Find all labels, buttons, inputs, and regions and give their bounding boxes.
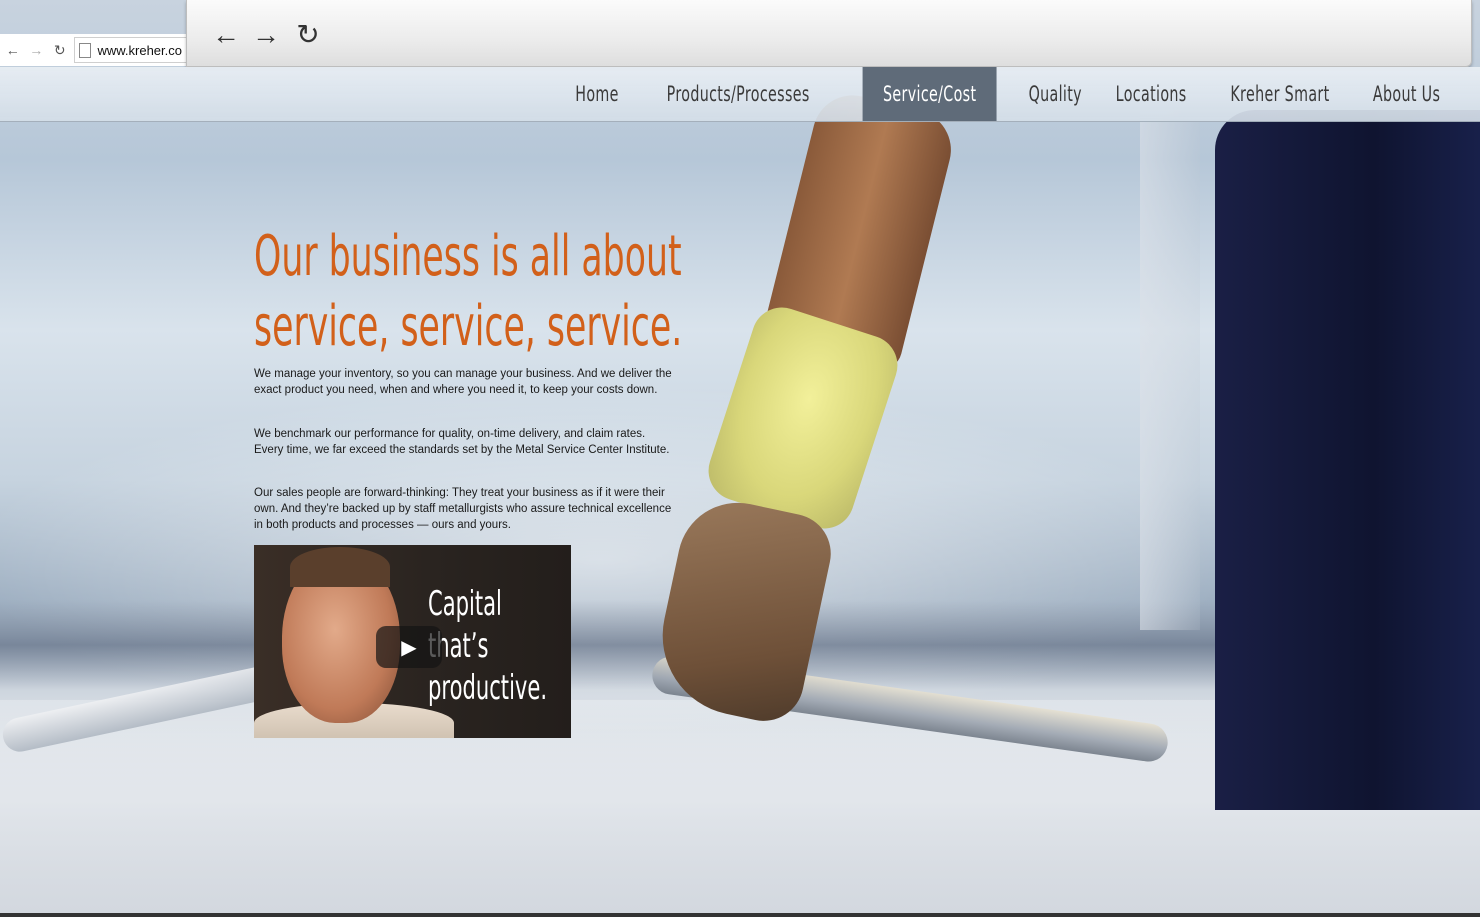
back-arrow-icon[interactable]: ← bbox=[2, 42, 23, 58]
nav-products-processes[interactable]: Products/Processes bbox=[655, 67, 820, 121]
site-navigation: Home Products/Processes Service/Cost Qua… bbox=[0, 67, 1480, 122]
play-icon: ▶ bbox=[401, 636, 417, 659]
background-browser-toolbar: ← → ↻ www.kreher.co bbox=[0, 34, 186, 66]
presenter-hair bbox=[290, 547, 390, 587]
nav-about-us[interactable]: About Us bbox=[1362, 67, 1451, 121]
forward-arrow-icon[interactable]: → bbox=[25, 42, 46, 58]
browser-toolbar: ← → ↻ bbox=[186, 0, 1472, 67]
forward-button[interactable]: → bbox=[249, 18, 283, 52]
body-paragraph-3: Our sales people are forward-thinking: T… bbox=[254, 487, 672, 531]
page-icon bbox=[79, 42, 92, 58]
video-thumbnail[interactable]: Capital that’s productive. ▶ bbox=[254, 545, 571, 738]
back-arrow-icon: ← bbox=[212, 19, 240, 50]
play-button[interactable]: ▶ bbox=[376, 626, 442, 668]
address-bar[interactable]: www.kreher.co bbox=[74, 37, 186, 63]
video-caption: Capital that’s productive. bbox=[428, 584, 548, 708]
reload-icon: ↻ bbox=[296, 19, 320, 50]
headline-line-2: service, service, service. bbox=[254, 294, 683, 359]
body-paragraph-1: We manage your inventory, so you can man… bbox=[254, 368, 672, 396]
page-headline: Our business is all about service, servic… bbox=[254, 222, 682, 362]
reload-icon[interactable]: ↻ bbox=[49, 42, 70, 59]
body-paragraph-2: We benchmark our performance for quality… bbox=[254, 428, 670, 456]
window-bottom-edge bbox=[0, 913, 1480, 917]
nav-quality[interactable]: Quality bbox=[1018, 67, 1093, 121]
address-url: www.kreher.co bbox=[97, 42, 182, 58]
hero-background-image bbox=[0, 0, 1480, 917]
reload-button[interactable]: ↻ bbox=[291, 18, 325, 52]
nav-service-cost[interactable]: Service/Cost bbox=[862, 67, 997, 121]
nav-home[interactable]: Home bbox=[564, 67, 629, 121]
headline-line-1: Our business is all about bbox=[254, 224, 682, 289]
forward-arrow-icon: → bbox=[252, 19, 280, 50]
nav-locations[interactable]: Locations bbox=[1105, 67, 1198, 121]
back-button[interactable]: ← bbox=[209, 18, 243, 52]
nav-kreher-smart[interactable]: Kreher Smart bbox=[1219, 67, 1340, 121]
